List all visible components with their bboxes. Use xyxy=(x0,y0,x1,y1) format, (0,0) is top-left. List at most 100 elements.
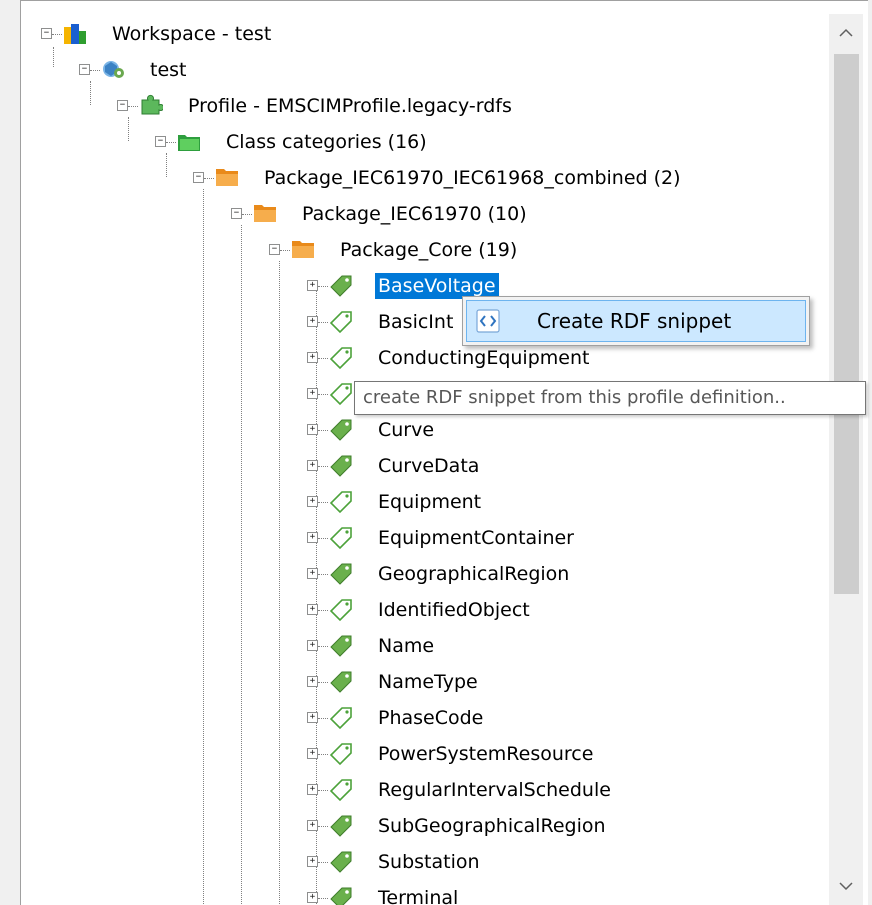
tree-connector xyxy=(318,898,328,899)
tree-connector xyxy=(128,106,138,107)
expand-toggle[interactable]: + xyxy=(307,280,318,291)
tree-node-package[interactable]: − Package_IEC61970_IEC61968_combined (2) xyxy=(21,161,821,195)
folder-icon xyxy=(216,169,238,186)
class-tag-filled-icon xyxy=(330,851,352,873)
tree-node-workspace[interactable]: − Workspace - test xyxy=(21,17,821,51)
expand-toggle[interactable]: + xyxy=(307,748,318,759)
class-tag-outline-icon xyxy=(329,347,352,370)
chevron-up-icon[interactable] xyxy=(829,16,863,50)
tree-node-label: Class categories (16) xyxy=(226,131,427,153)
tree-node-label: BasicInt xyxy=(378,311,454,333)
tree-node-label: ConductingEquipment xyxy=(378,347,590,369)
tree-node-package[interactable]: − Package_IEC61970 (10) xyxy=(21,197,821,231)
tree-node-label: PowerSystemResource xyxy=(378,743,594,765)
tree-connector xyxy=(318,358,328,359)
tree-node-class[interactable]: + Name xyxy=(21,629,821,663)
tree-connector xyxy=(318,502,328,503)
collapse-toggle[interactable]: − xyxy=(41,28,52,39)
expand-toggle[interactable]: + xyxy=(307,892,318,903)
tree-node-class[interactable]: + Curve xyxy=(21,413,821,447)
expand-toggle[interactable]: + xyxy=(307,568,318,579)
tree-node-class[interactable]: + ConductingEquipment xyxy=(21,341,821,375)
tree-node-class[interactable]: + PhaseCode xyxy=(21,701,821,735)
tree-node-class[interactable]: + IdentifiedObject xyxy=(21,593,821,627)
class-tag-filled-icon xyxy=(330,455,352,477)
scrollbar-thumb[interactable] xyxy=(834,54,859,594)
tree-node-class[interactable]: + CurveData xyxy=(21,449,821,483)
expand-toggle[interactable]: + xyxy=(307,532,318,543)
profile-tree-view[interactable]: − Workspace - test − test − Profile - EM… xyxy=(20,0,868,905)
collapse-toggle[interactable]: − xyxy=(117,100,128,111)
class-tag-outline-icon xyxy=(329,311,352,334)
vertical-scrollbar[interactable] xyxy=(829,14,863,905)
class-tag-filled-icon xyxy=(330,815,352,837)
tree-node-label: EquipmentContainer xyxy=(378,527,574,549)
tree-node-class[interactable]: + NameType xyxy=(21,665,821,699)
tree-node-profile[interactable]: − Profile - EMSCIMProfile.legacy-rdfs xyxy=(21,89,821,123)
tree-connector xyxy=(52,34,62,35)
folder-icon xyxy=(292,241,314,258)
tree-node-label: Package_IEC61970_IEC61968_combined (2) xyxy=(264,167,681,189)
tree-node-label: Curve xyxy=(378,419,435,441)
tree-node-label: NameType xyxy=(378,671,478,693)
tree-node-label: CurveData xyxy=(378,455,480,477)
expand-toggle[interactable]: + xyxy=(307,712,318,723)
collapse-toggle[interactable]: − xyxy=(231,208,242,219)
tree-connector xyxy=(318,826,328,827)
expand-toggle[interactable]: + xyxy=(307,424,318,435)
rdf-snippet-icon xyxy=(476,309,500,333)
class-tag-filled-icon xyxy=(330,671,352,693)
collapse-toggle[interactable]: − xyxy=(269,244,280,255)
class-tag-outline-icon xyxy=(329,599,352,622)
expand-toggle[interactable]: + xyxy=(307,352,318,363)
expand-toggle[interactable]: + xyxy=(307,676,318,687)
tree-node-label: PhaseCode xyxy=(378,707,484,729)
expand-toggle[interactable]: + xyxy=(307,784,318,795)
tree-connector xyxy=(318,646,328,647)
tree-node-class[interactable]: + Equipment xyxy=(21,485,821,519)
expand-toggle[interactable]: + xyxy=(307,640,318,651)
tree-node-label: Workspace - test xyxy=(112,23,272,45)
collapse-toggle[interactable]: − xyxy=(193,172,204,183)
tree-node-project[interactable]: − test xyxy=(21,53,821,87)
chevron-down-icon[interactable] xyxy=(829,869,863,903)
collapse-toggle[interactable]: − xyxy=(79,64,90,75)
tree-connector xyxy=(318,790,328,791)
class-tag-filled-icon xyxy=(330,419,352,441)
tree-node-class-categories[interactable]: − Class categories (16) xyxy=(21,125,821,159)
tree-connector xyxy=(318,610,328,611)
tree-connector xyxy=(318,682,328,683)
collapse-toggle[interactable]: − xyxy=(155,136,166,147)
expand-toggle[interactable]: + xyxy=(307,460,318,471)
tree-node-class[interactable]: + Terminal xyxy=(21,881,821,905)
tree-connector xyxy=(280,250,290,251)
tree-node-class[interactable]: + RegularIntervalSchedule xyxy=(21,773,821,807)
puzzle-icon xyxy=(141,94,163,115)
tree-node-label: RegularIntervalSchedule xyxy=(378,779,611,801)
tree-node-class[interactable]: + GeographicalRegion xyxy=(21,557,821,591)
expand-toggle[interactable]: + xyxy=(307,316,318,327)
tree-connector xyxy=(166,142,176,143)
tree-node-class[interactable]: + SubGeographicalRegion xyxy=(21,809,821,843)
tree-connector xyxy=(90,70,100,71)
tree-node-class[interactable]: + PowerSystemResource xyxy=(21,737,821,771)
class-tag-filled-icon xyxy=(330,635,352,657)
expand-toggle[interactable]: + xyxy=(307,856,318,867)
tree-node-class[interactable]: + EquipmentContainer xyxy=(21,521,821,555)
tree-connector xyxy=(318,718,328,719)
tree-connector xyxy=(318,538,328,539)
tree-connector xyxy=(242,214,252,215)
class-tag-outline-icon xyxy=(329,383,352,406)
expand-toggle[interactable]: + xyxy=(307,388,318,399)
expand-toggle[interactable]: + xyxy=(307,604,318,615)
expand-toggle[interactable]: + xyxy=(307,820,318,831)
tree-node-package[interactable]: − Package_Core (19) xyxy=(21,233,821,267)
green-folder-icon xyxy=(178,135,200,151)
project-icon xyxy=(103,61,124,78)
tree-node-label: SubGeographicalRegion xyxy=(378,815,606,837)
tree-connector xyxy=(318,394,328,395)
expand-toggle[interactable]: + xyxy=(307,496,318,507)
tree-node-class[interactable]: + Substation xyxy=(21,845,821,879)
create-rdf-snippet-menu-item[interactable]: Create RDF snippet xyxy=(466,300,806,342)
tree-node-label: GeographicalRegion xyxy=(378,563,570,585)
